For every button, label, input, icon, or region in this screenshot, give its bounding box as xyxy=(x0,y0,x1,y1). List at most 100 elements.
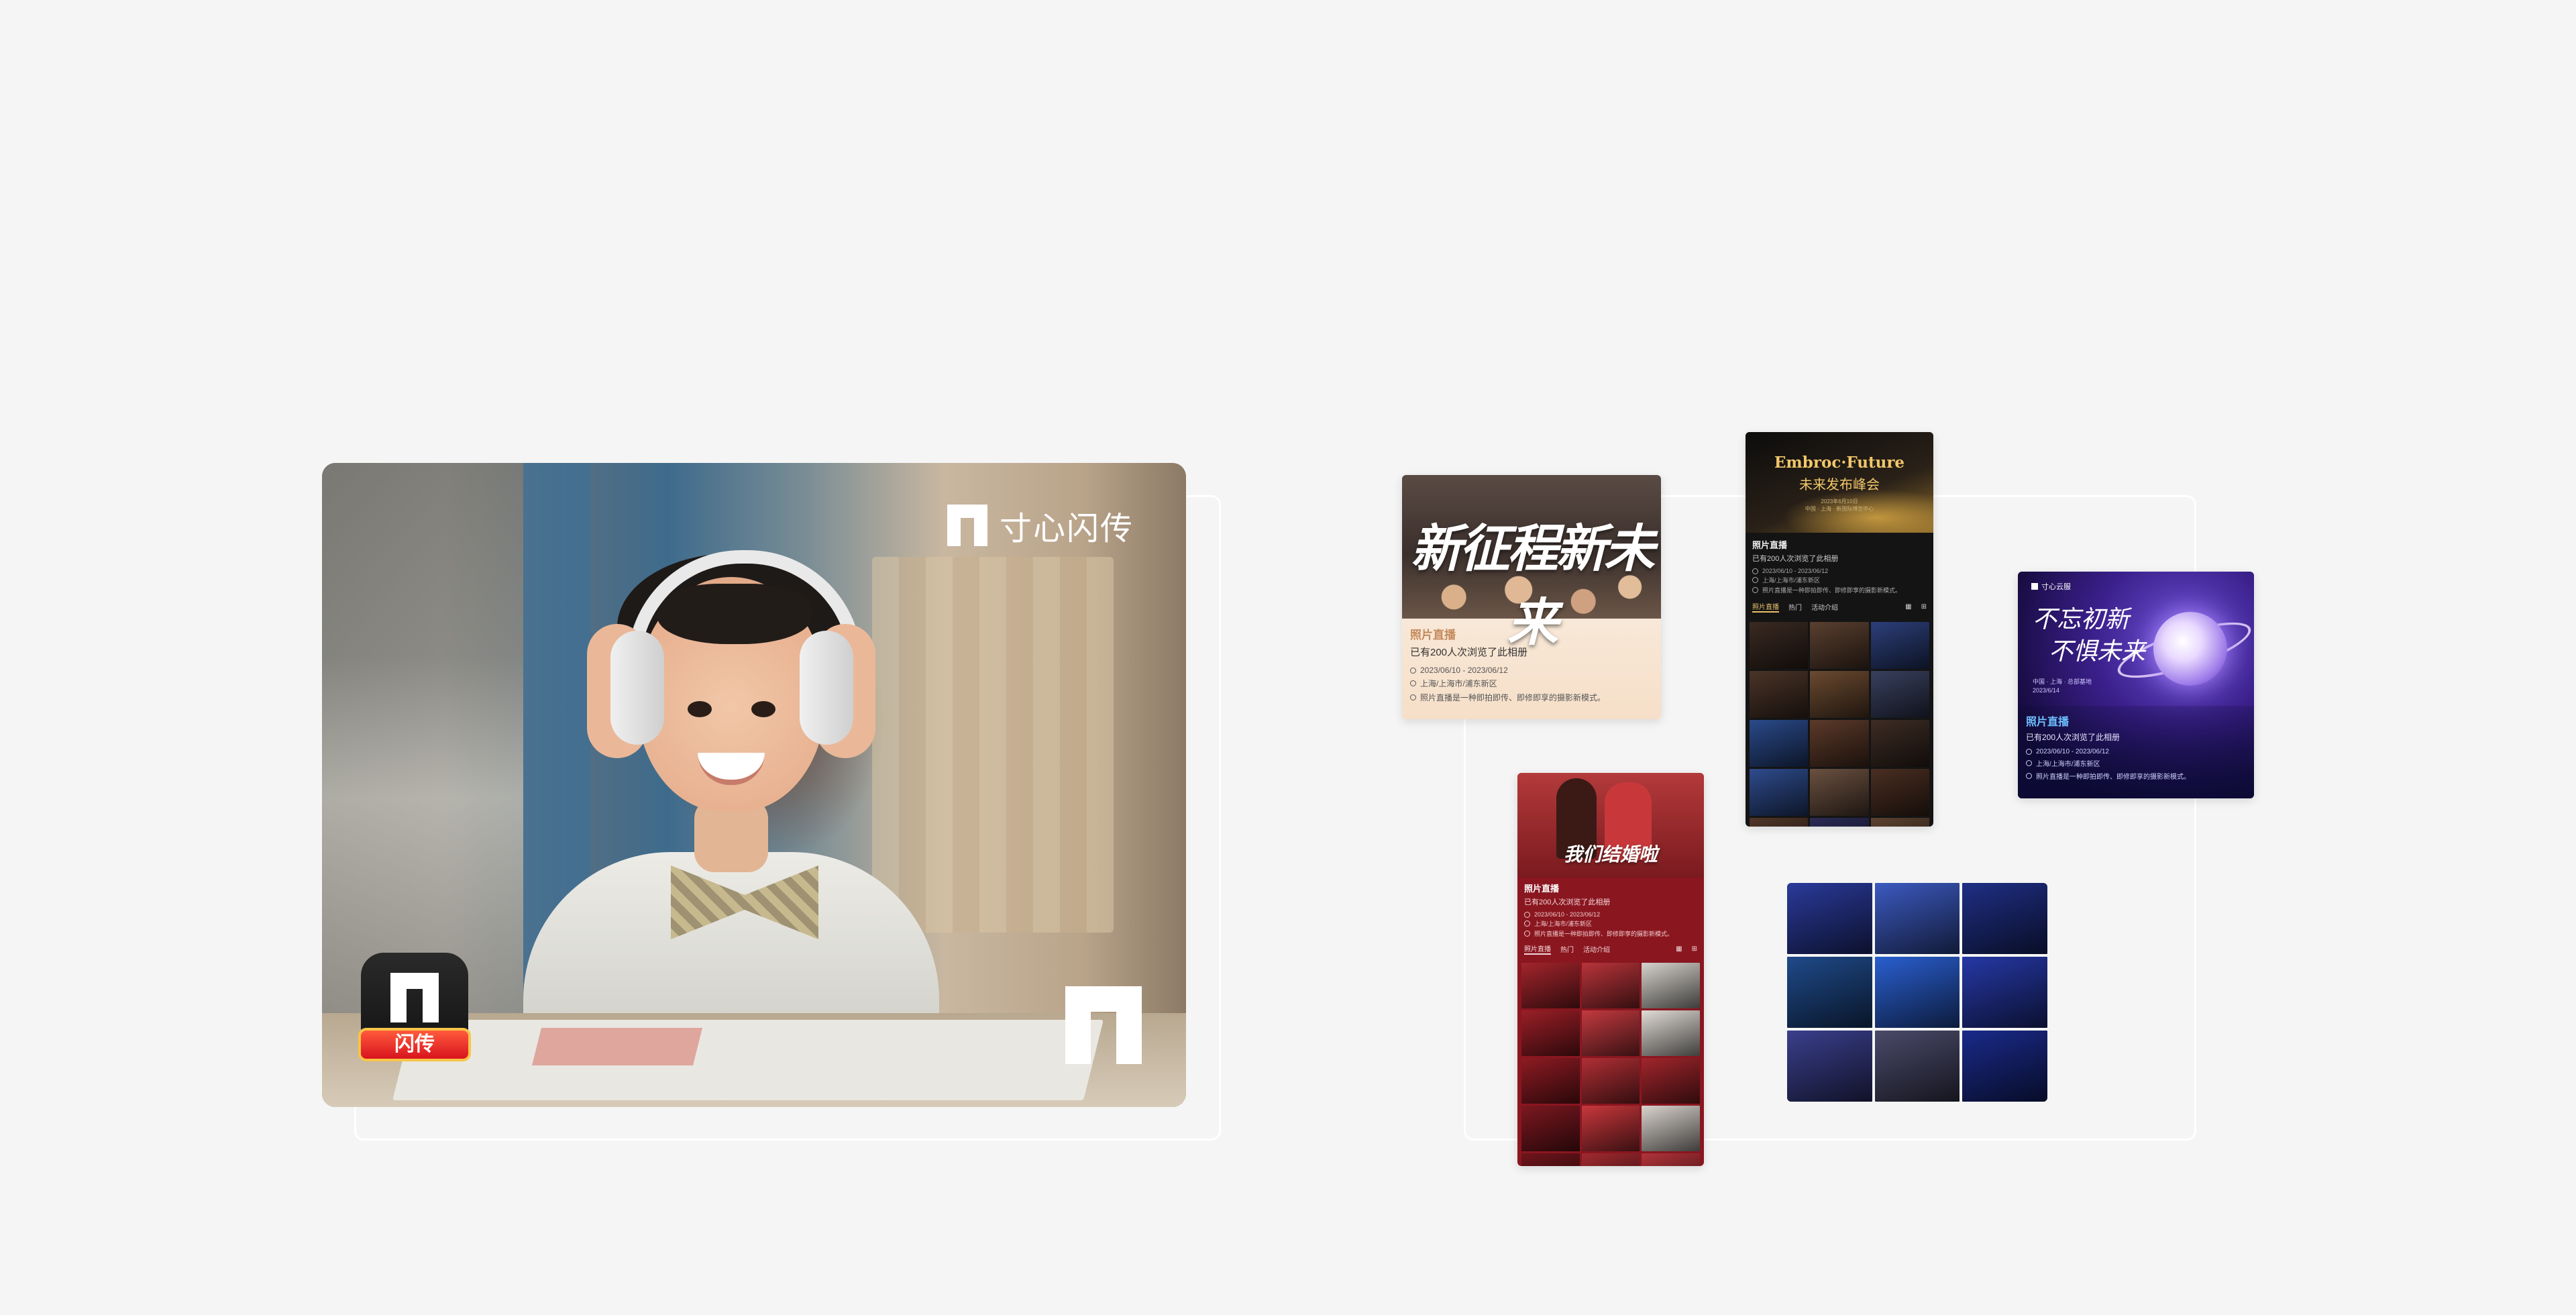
photo-thumbnail[interactable] xyxy=(1787,1031,1872,1102)
description-text: 照片直播是一种即拍即传、即修即享的摄影新模式。 xyxy=(1420,693,1606,702)
expand-icon[interactable]: ⊞ xyxy=(1921,603,1927,611)
photo-thumbnail[interactable] xyxy=(1581,1058,1640,1104)
photo-thumbnail[interactable] xyxy=(1581,1153,1640,1166)
event-location: 上海/上海市/浦东新区 xyxy=(1524,919,1697,928)
tab-hot[interactable]: 热门 xyxy=(1788,602,1802,612)
brand-mark-icon xyxy=(947,505,987,546)
qr-code-icon[interactable]: ▦ xyxy=(1905,603,1911,611)
location-pin-icon xyxy=(2026,760,2032,766)
photo-thumbnail[interactable] xyxy=(1642,1058,1700,1104)
child-eye-left xyxy=(688,701,712,717)
photo-thumbnail[interactable] xyxy=(1521,1010,1580,1056)
photo-thumbnail[interactable] xyxy=(1581,1010,1640,1056)
event-description: 照片直播是一种即拍即传、即修即享的摄影新模式。 xyxy=(1524,929,1697,938)
photo-thumbnail[interactable] xyxy=(1521,1058,1580,1104)
photo-thumbnail[interactable] xyxy=(1750,720,1809,767)
photo-thumbnail[interactable] xyxy=(1642,963,1700,1008)
photo-thumbnail[interactable] xyxy=(1874,1031,1960,1102)
clock-icon xyxy=(1410,667,1416,674)
photo-thumbnail[interactable] xyxy=(1787,883,1872,954)
clock-icon xyxy=(1752,568,1758,574)
event-location: 上海/上海市/浦东新区 xyxy=(1410,678,1653,689)
photo-thumbnail[interactable] xyxy=(1874,883,1960,954)
brand-name: 寸心闪传 xyxy=(999,510,1134,547)
photo-thumbnail[interactable] xyxy=(1810,720,1869,767)
album-card-annual[interactable]: 寸心云服 不忘初新 不惧未来 中国 · 上海 · 总部基地 2023/6/14 … xyxy=(2018,572,2254,798)
photo-thumbnail[interactable] xyxy=(1642,1153,1700,1166)
tab-hot[interactable]: 热门 xyxy=(1560,944,1574,954)
tab-photo-live[interactable]: 照片直播 xyxy=(1524,943,1551,955)
photo-thumbnail[interactable] xyxy=(1870,622,1929,669)
photo-thumbnail[interactable] xyxy=(1810,671,1869,718)
info-icon xyxy=(1410,694,1416,700)
event-location: 上海/上海市/浦东新区 xyxy=(1752,576,1927,584)
live-label: 照片直播 xyxy=(1752,540,1788,550)
event-location: 上海/上海市/浦东新区 xyxy=(2026,758,2246,768)
app-badge-label: 闪传 xyxy=(394,1033,435,1056)
live-label: 照片直播 xyxy=(1524,884,1560,894)
tab-photo-live[interactable]: 照片直播 xyxy=(1752,601,1779,613)
photo-thumbnail[interactable] xyxy=(1870,720,1929,767)
photo-thumbnail[interactable] xyxy=(1874,957,1960,1028)
album-card-wedding[interactable]: 我们结婚啦 照片直播 已有200人次浏览了此相册 2023/06/10 - 20… xyxy=(1517,773,1704,1166)
banner-date: 2023年6月10日 xyxy=(1821,498,1858,505)
album-tabs: 照片直播 热门 活动介绍 ▦ ⊞ xyxy=(1752,601,1927,613)
card-body: 照片直播 已有200人次浏览了此相册 2023/06/10 - 2023/06/… xyxy=(2018,706,2254,798)
photo-thumbnail[interactable] xyxy=(1870,769,1929,816)
slogan: 不忘初新 不惧未来 xyxy=(2033,604,2145,668)
photo-thumbnail[interactable] xyxy=(1581,963,1640,1008)
view-count: 已有200人次浏览了此相册 xyxy=(1752,555,1839,563)
album-card-summit[interactable]: Embroc·Future 未来发布峰会 2023年6月10日 中国 · 上海 … xyxy=(1746,432,1933,827)
photo-collage[interactable] xyxy=(1787,883,2047,1102)
description-text: 照片直播是一种即拍即传、即修即享的摄影新模式。 xyxy=(2036,774,2190,781)
tab-event-intro[interactable]: 活动介绍 xyxy=(1811,602,1838,612)
photo-grid xyxy=(1746,622,1933,827)
photo-thumbnail[interactable] xyxy=(1581,1106,1640,1151)
card-body: 照片直播 已有200人次浏览了此相册 2023/06/10 - 2023/06/… xyxy=(1746,533,1933,622)
expand-icon[interactable]: ⊞ xyxy=(1692,945,1697,953)
photo-thumbnail[interactable] xyxy=(1962,1031,2047,1102)
photo-thumbnail[interactable] xyxy=(1521,1106,1580,1151)
photo-thumbnail[interactable] xyxy=(1521,963,1580,1008)
photo-thumbnail[interactable] xyxy=(1870,818,1929,827)
photo-thumbnail[interactable] xyxy=(1642,1106,1700,1151)
photo-thumbnail[interactable] xyxy=(1750,671,1809,718)
brand-logo: 寸心闪传 xyxy=(947,502,1134,549)
app-icon[interactable]: 闪传 xyxy=(358,953,471,1061)
banner-info: 2023年6月10日 中国 · 上海 · 新国际博览中心 xyxy=(1746,498,1933,513)
slogan-sub: 中国 · 上海 · 总部基地 2023/6/14 xyxy=(2033,678,2092,695)
view-count: 已有200人次浏览了此相册 xyxy=(1524,898,1611,906)
photo-thumbnail[interactable] xyxy=(1750,818,1809,827)
child-eye-right xyxy=(751,701,775,717)
photo-thumbnail[interactable] xyxy=(1870,671,1929,718)
photo-thumbnail[interactable] xyxy=(1810,622,1869,669)
banner-title-en: Embroc·Future xyxy=(1774,454,1905,472)
headphone-cup-left xyxy=(610,631,664,745)
photo-thumbnail[interactable] xyxy=(1750,622,1809,669)
hero-photo: 寸心闪传 闪传 xyxy=(322,463,1186,1107)
background-poster xyxy=(872,557,1114,933)
album-card-conference[interactable]: 新征程新未来 照片直播 已有200人次浏览了此相册 2023/06/10 - 2… xyxy=(1402,475,1661,719)
qr-code-icon[interactable]: ▦ xyxy=(1676,945,1682,953)
live-label: 照片直播 xyxy=(2026,717,2070,728)
date-text: 2023/06/10 - 2023/06/12 xyxy=(1420,666,1508,675)
card-banner: 我们结婚啦 xyxy=(1517,773,1704,878)
card-banner: Embroc·Future 未来发布峰会 2023年6月10日 中国 · 上海 … xyxy=(1746,432,1933,533)
photo-thumbnail[interactable] xyxy=(1810,769,1869,816)
photo-thumbnail[interactable] xyxy=(1962,957,2047,1028)
location-pin-icon xyxy=(1410,680,1416,686)
photo-thumbnail[interactable] xyxy=(1750,769,1809,816)
app-ribbon: 闪传 xyxy=(358,1028,471,1061)
app-mark-icon xyxy=(390,973,439,1022)
view-count: 已有200人次浏览了此相册 xyxy=(2026,733,2121,742)
photo-thumbnail[interactable] xyxy=(1642,1010,1700,1056)
event-description: 照片直播是一种即拍即传、即修即享的摄影新模式。 xyxy=(2026,771,2246,781)
photo-thumbnail[interactable] xyxy=(1810,818,1869,827)
banner-place: 中国 · 上海 · 新国际博览中心 xyxy=(1805,506,1874,512)
event-date: 2023/06/10 - 2023/06/12 xyxy=(2026,748,2246,755)
photo-thumbnail[interactable] xyxy=(1787,957,1872,1028)
tab-event-intro[interactable]: 活动介绍 xyxy=(1583,944,1610,954)
date-text: 2023/06/10 - 2023/06/12 xyxy=(1534,911,1601,918)
photo-thumbnail[interactable] xyxy=(1962,883,2047,954)
photo-thumbnail[interactable] xyxy=(1521,1153,1580,1166)
